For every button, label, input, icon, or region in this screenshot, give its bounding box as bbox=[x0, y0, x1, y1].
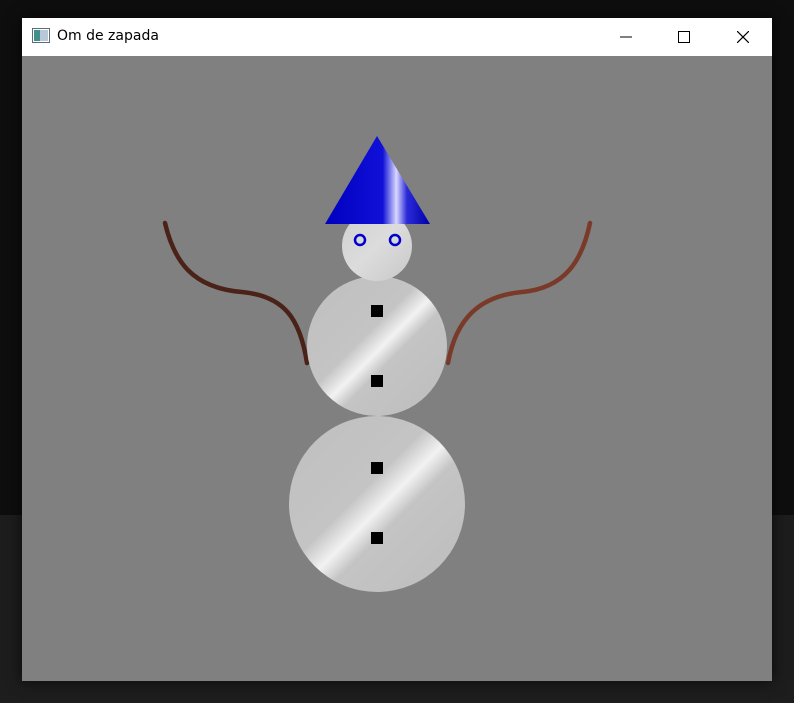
minimize-icon bbox=[620, 36, 632, 38]
coal-button bbox=[371, 305, 383, 317]
close-icon bbox=[737, 31, 749, 43]
window-title: Om de zapada bbox=[57, 28, 159, 44]
maximize-button[interactable] bbox=[655, 18, 713, 56]
coal-button bbox=[371, 375, 383, 387]
maximize-icon bbox=[678, 31, 690, 43]
snowman-middle-ball bbox=[307, 276, 447, 416]
coal-button bbox=[371, 532, 383, 544]
cone-hat bbox=[325, 136, 430, 224]
minimize-button[interactable] bbox=[597, 18, 655, 56]
app-window: Om de zapada bbox=[22, 18, 772, 681]
right-arm bbox=[445, 220, 593, 366]
left-arm bbox=[162, 220, 310, 366]
coal-button bbox=[371, 462, 383, 474]
close-button[interactable] bbox=[714, 18, 772, 56]
snowman-bottom-ball bbox=[289, 416, 465, 592]
title-bar[interactable]: Om de zapada bbox=[22, 18, 772, 56]
render-canvas bbox=[22, 56, 772, 681]
application-icon bbox=[32, 28, 50, 43]
snowman-scene bbox=[162, 136, 593, 592]
